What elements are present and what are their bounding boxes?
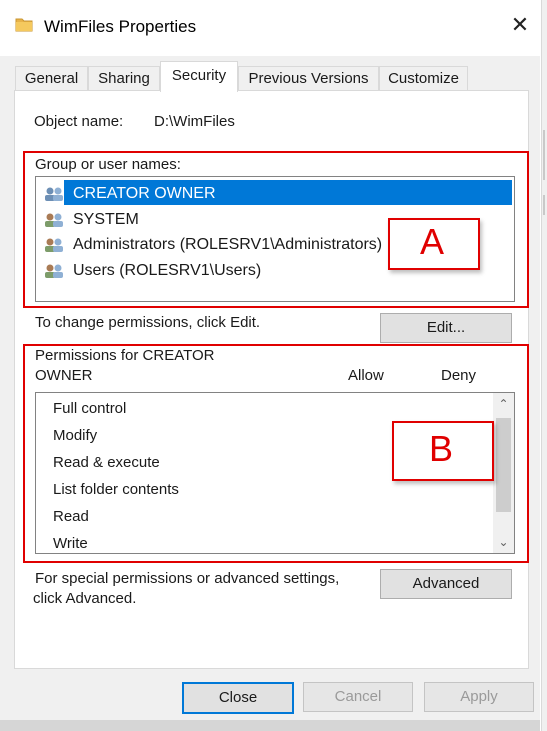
tab-sharing[interactable]: Sharing <box>88 66 160 91</box>
users-group-icon <box>45 238 63 252</box>
window-title: WimFiles Properties <box>44 17 197 36</box>
tab-general[interactable]: General <box>15 66 88 91</box>
tab-previous-versions[interactable]: Previous Versions <box>238 66 379 91</box>
scroll-down-icon[interactable]: ⌄ <box>493 531 514 553</box>
permission-modify: Modify <box>53 427 98 444</box>
background-window-edge <box>541 0 547 731</box>
scroll-up-icon[interactable]: ⌃ <box>493 393 514 415</box>
cancel-button[interactable]: Cancel <box>303 682 413 712</box>
advanced-button[interactable]: Advanced <box>380 569 512 599</box>
users-group-icon <box>45 187 63 201</box>
user-name: Users (ROLESRV1\Users) <box>73 262 262 279</box>
permission-read: Read <box>53 508 89 525</box>
close-button[interactable]: Close <box>182 682 294 714</box>
apply-button[interactable]: Apply <box>424 682 534 712</box>
permissions-scrollbar[interactable]: ⌃ ⌄ <box>493 393 514 553</box>
user-name: SYSTEM <box>73 211 139 228</box>
users-group-icon <box>45 213 63 227</box>
tab-security[interactable]: Security <box>160 61 238 92</box>
folder-icon <box>15 18 33 32</box>
special-permissions-text: For special permissions or advanced sett… <box>35 570 340 587</box>
user-name: CREATOR OWNER <box>73 185 216 202</box>
annotation-label-a: A <box>419 221 444 262</box>
scroll-thumb[interactable] <box>496 418 511 512</box>
close-window-icon[interactable]: ✕ <box>505 10 535 40</box>
users-group-icon <box>45 264 63 278</box>
annotation-label-b: B <box>428 428 453 469</box>
user-name: Administrators (ROLESRV1\Administrators) <box>73 236 383 253</box>
change-permissions-text: To change permissions, click Edit. <box>35 314 261 331</box>
permissions-for-label-line2: OWNER <box>35 367 93 384</box>
permission-list-folder-contents: List folder contents <box>53 481 179 498</box>
special-permissions-text-line2: click Advanced. <box>33 590 137 607</box>
object-name-label: Object name: <box>34 113 124 130</box>
edit-button[interactable]: Edit... <box>380 313 512 343</box>
allow-column-header: Allow <box>348 367 384 384</box>
deny-column-header: Deny <box>441 367 477 384</box>
permission-write: Write <box>53 535 88 552</box>
group-or-user-names-label: Group or user names: <box>35 156 181 173</box>
permissions-for-label: Permissions for CREATOR <box>35 347 215 364</box>
background-scroll-mark <box>543 195 545 215</box>
object-name-value: D:\WimFiles <box>154 113 235 130</box>
permission-full-control: Full control <box>53 400 127 417</box>
dialog-bottom-edge <box>0 720 540 731</box>
tab-customize[interactable]: Customize <box>379 66 468 91</box>
background-scroll-mark <box>543 130 545 180</box>
permission-read-execute: Read & execute <box>53 454 160 471</box>
